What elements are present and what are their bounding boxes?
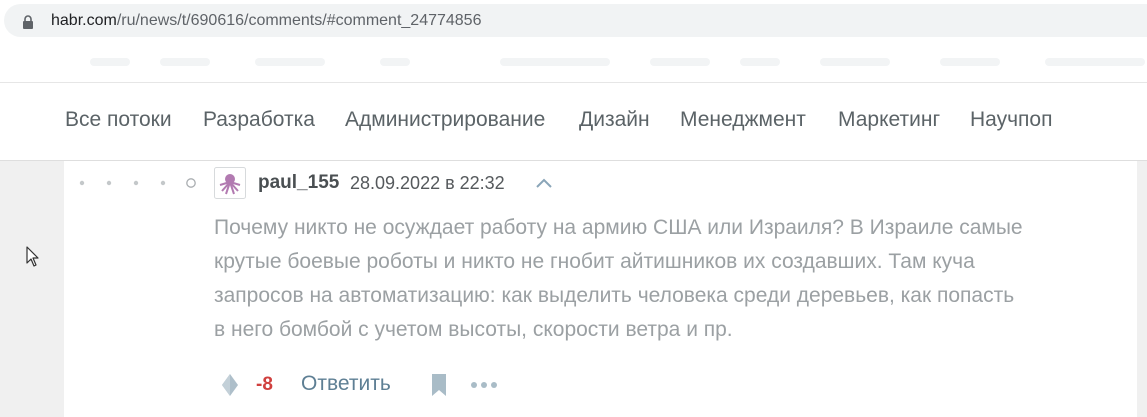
comment-score: -8 bbox=[256, 374, 273, 395]
nav-item-management[interactable]: Менеджмент bbox=[680, 108, 806, 132]
faded-header-strip bbox=[0, 42, 1147, 83]
url-path: /ru/news/t/690616/comments/#comment_2477… bbox=[116, 12, 482, 29]
comment-line: Почему никто не осуждает работу на армию… bbox=[214, 216, 1023, 239]
nav-item-all-flows[interactable]: Все потоки bbox=[65, 108, 172, 132]
comment-line: крутые боевые роботы и никто не гнобит а… bbox=[214, 250, 975, 273]
nav-item-administration[interactable]: Администрирование bbox=[345, 108, 545, 132]
url-field[interactable]: habr.com/ru/news/t/690616/comments/#comm… bbox=[4, 4, 1147, 37]
reply-button[interactable]: Ответить bbox=[301, 372, 391, 396]
hubs-nav: Все потоки Разработка Администрирование … bbox=[0, 83, 1147, 161]
chevron-up-icon[interactable] bbox=[535, 176, 553, 190]
thread-level-dots-icon bbox=[79, 178, 196, 188]
comment-timestamp[interactable]: 28.09.2022 в 22:32 bbox=[350, 173, 505, 194]
comment-line: в него бомбой с учетом высоты, скорости … bbox=[214, 318, 733, 341]
comment-body: Почему никто не осуждает работу на армию… bbox=[214, 211, 1119, 347]
more-icon[interactable] bbox=[470, 380, 498, 390]
bookmark-icon[interactable] bbox=[430, 373, 448, 397]
nav-item-design[interactable]: Дизайн bbox=[579, 108, 650, 132]
lock-icon bbox=[23, 15, 33, 29]
vote-icon[interactable] bbox=[220, 373, 240, 397]
comment-line: запросов на автоматизацию: как выделить … bbox=[214, 284, 1015, 307]
browser-address-bar: habr.com/ru/news/t/690616/comments/#comm… bbox=[0, 0, 1147, 42]
mouse-cursor-icon bbox=[26, 246, 39, 267]
nav-item-development[interactable]: Разработка bbox=[203, 108, 315, 132]
avatar[interactable] bbox=[214, 167, 246, 199]
nav-item-popsci[interactable]: Научпоп bbox=[970, 108, 1052, 132]
nav-item-marketing[interactable]: Маркетинг bbox=[838, 108, 940, 132]
url-text: habr.com/ru/news/t/690616/comments/#comm… bbox=[51, 12, 481, 30]
url-host: habr.com bbox=[51, 12, 117, 29]
comment-author[interactable]: paul_155 bbox=[258, 172, 339, 194]
